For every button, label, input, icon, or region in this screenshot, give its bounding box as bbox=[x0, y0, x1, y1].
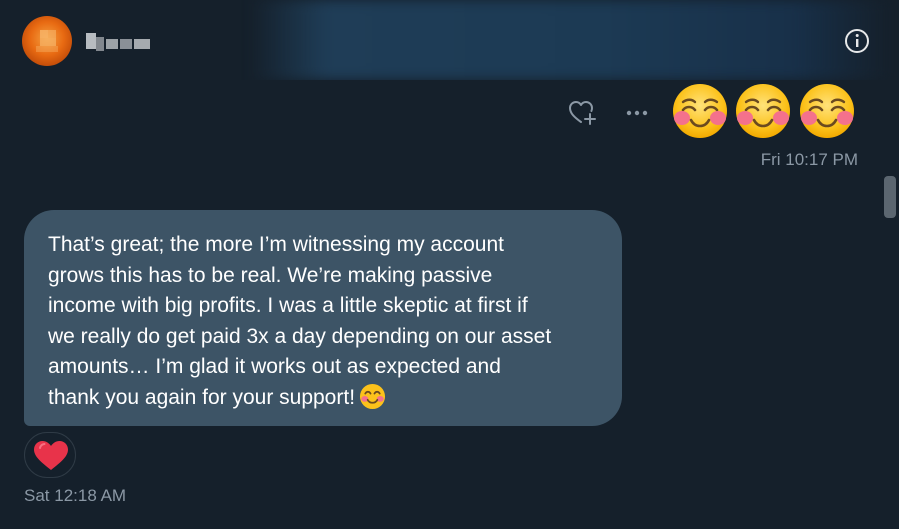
scrollbar-track[interactable] bbox=[880, 80, 899, 529]
heart-plus-icon bbox=[569, 101, 596, 125]
conversation-header bbox=[0, 0, 899, 80]
scrollbar-thumb[interactable] bbox=[884, 176, 896, 218]
heart-reaction[interactable] bbox=[24, 432, 76, 478]
message-line: income with big profits. I was a little … bbox=[48, 294, 528, 317]
message-line: thank you again for your support! bbox=[48, 385, 356, 409]
outgoing-timestamp: Fri 10:17 PM bbox=[760, 150, 858, 169]
incoming-timestamp: Sat 12:18 AM bbox=[24, 486, 127, 505]
blush-emoji bbox=[799, 83, 855, 139]
message-line: amounts… I’m glad it works out as expect… bbox=[48, 355, 501, 378]
info-button[interactable] bbox=[843, 27, 871, 55]
more-options-button[interactable] bbox=[623, 103, 651, 123]
username-pixelated[interactable] bbox=[86, 31, 150, 51]
more-horizontal-icon bbox=[626, 110, 648, 116]
blush-emoji bbox=[672, 83, 728, 139]
red-heart-icon bbox=[34, 441, 68, 470]
info-circle-icon bbox=[845, 29, 869, 53]
message-line: That’s great; the more I’m witnessing my… bbox=[48, 233, 504, 256]
avatar[interactable] bbox=[22, 16, 72, 66]
add-reaction-button[interactable] bbox=[568, 99, 598, 127]
smiling-face-icon bbox=[359, 383, 386, 409]
incoming-message-bubble[interactable]: That’s great; the more I’m witnessing my… bbox=[24, 210, 622, 426]
header-background-blur bbox=[250, 0, 890, 80]
message-line: we really do get paid 3x a day depending… bbox=[48, 324, 552, 348]
message-line: grows this has to be real. We’re making … bbox=[48, 263, 493, 287]
blush-emoji bbox=[735, 83, 791, 139]
